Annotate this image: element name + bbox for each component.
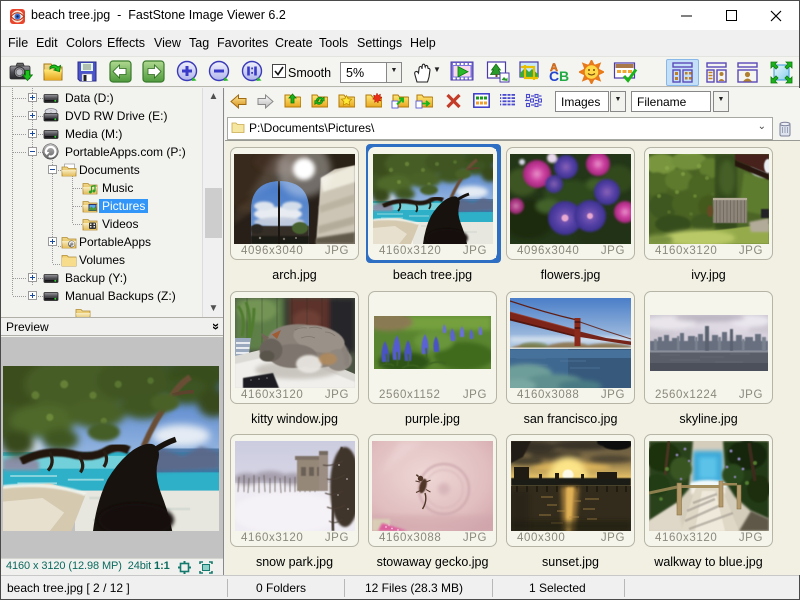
svg-text:C: C [549,68,559,84]
svg-text:B: B [559,68,569,84]
